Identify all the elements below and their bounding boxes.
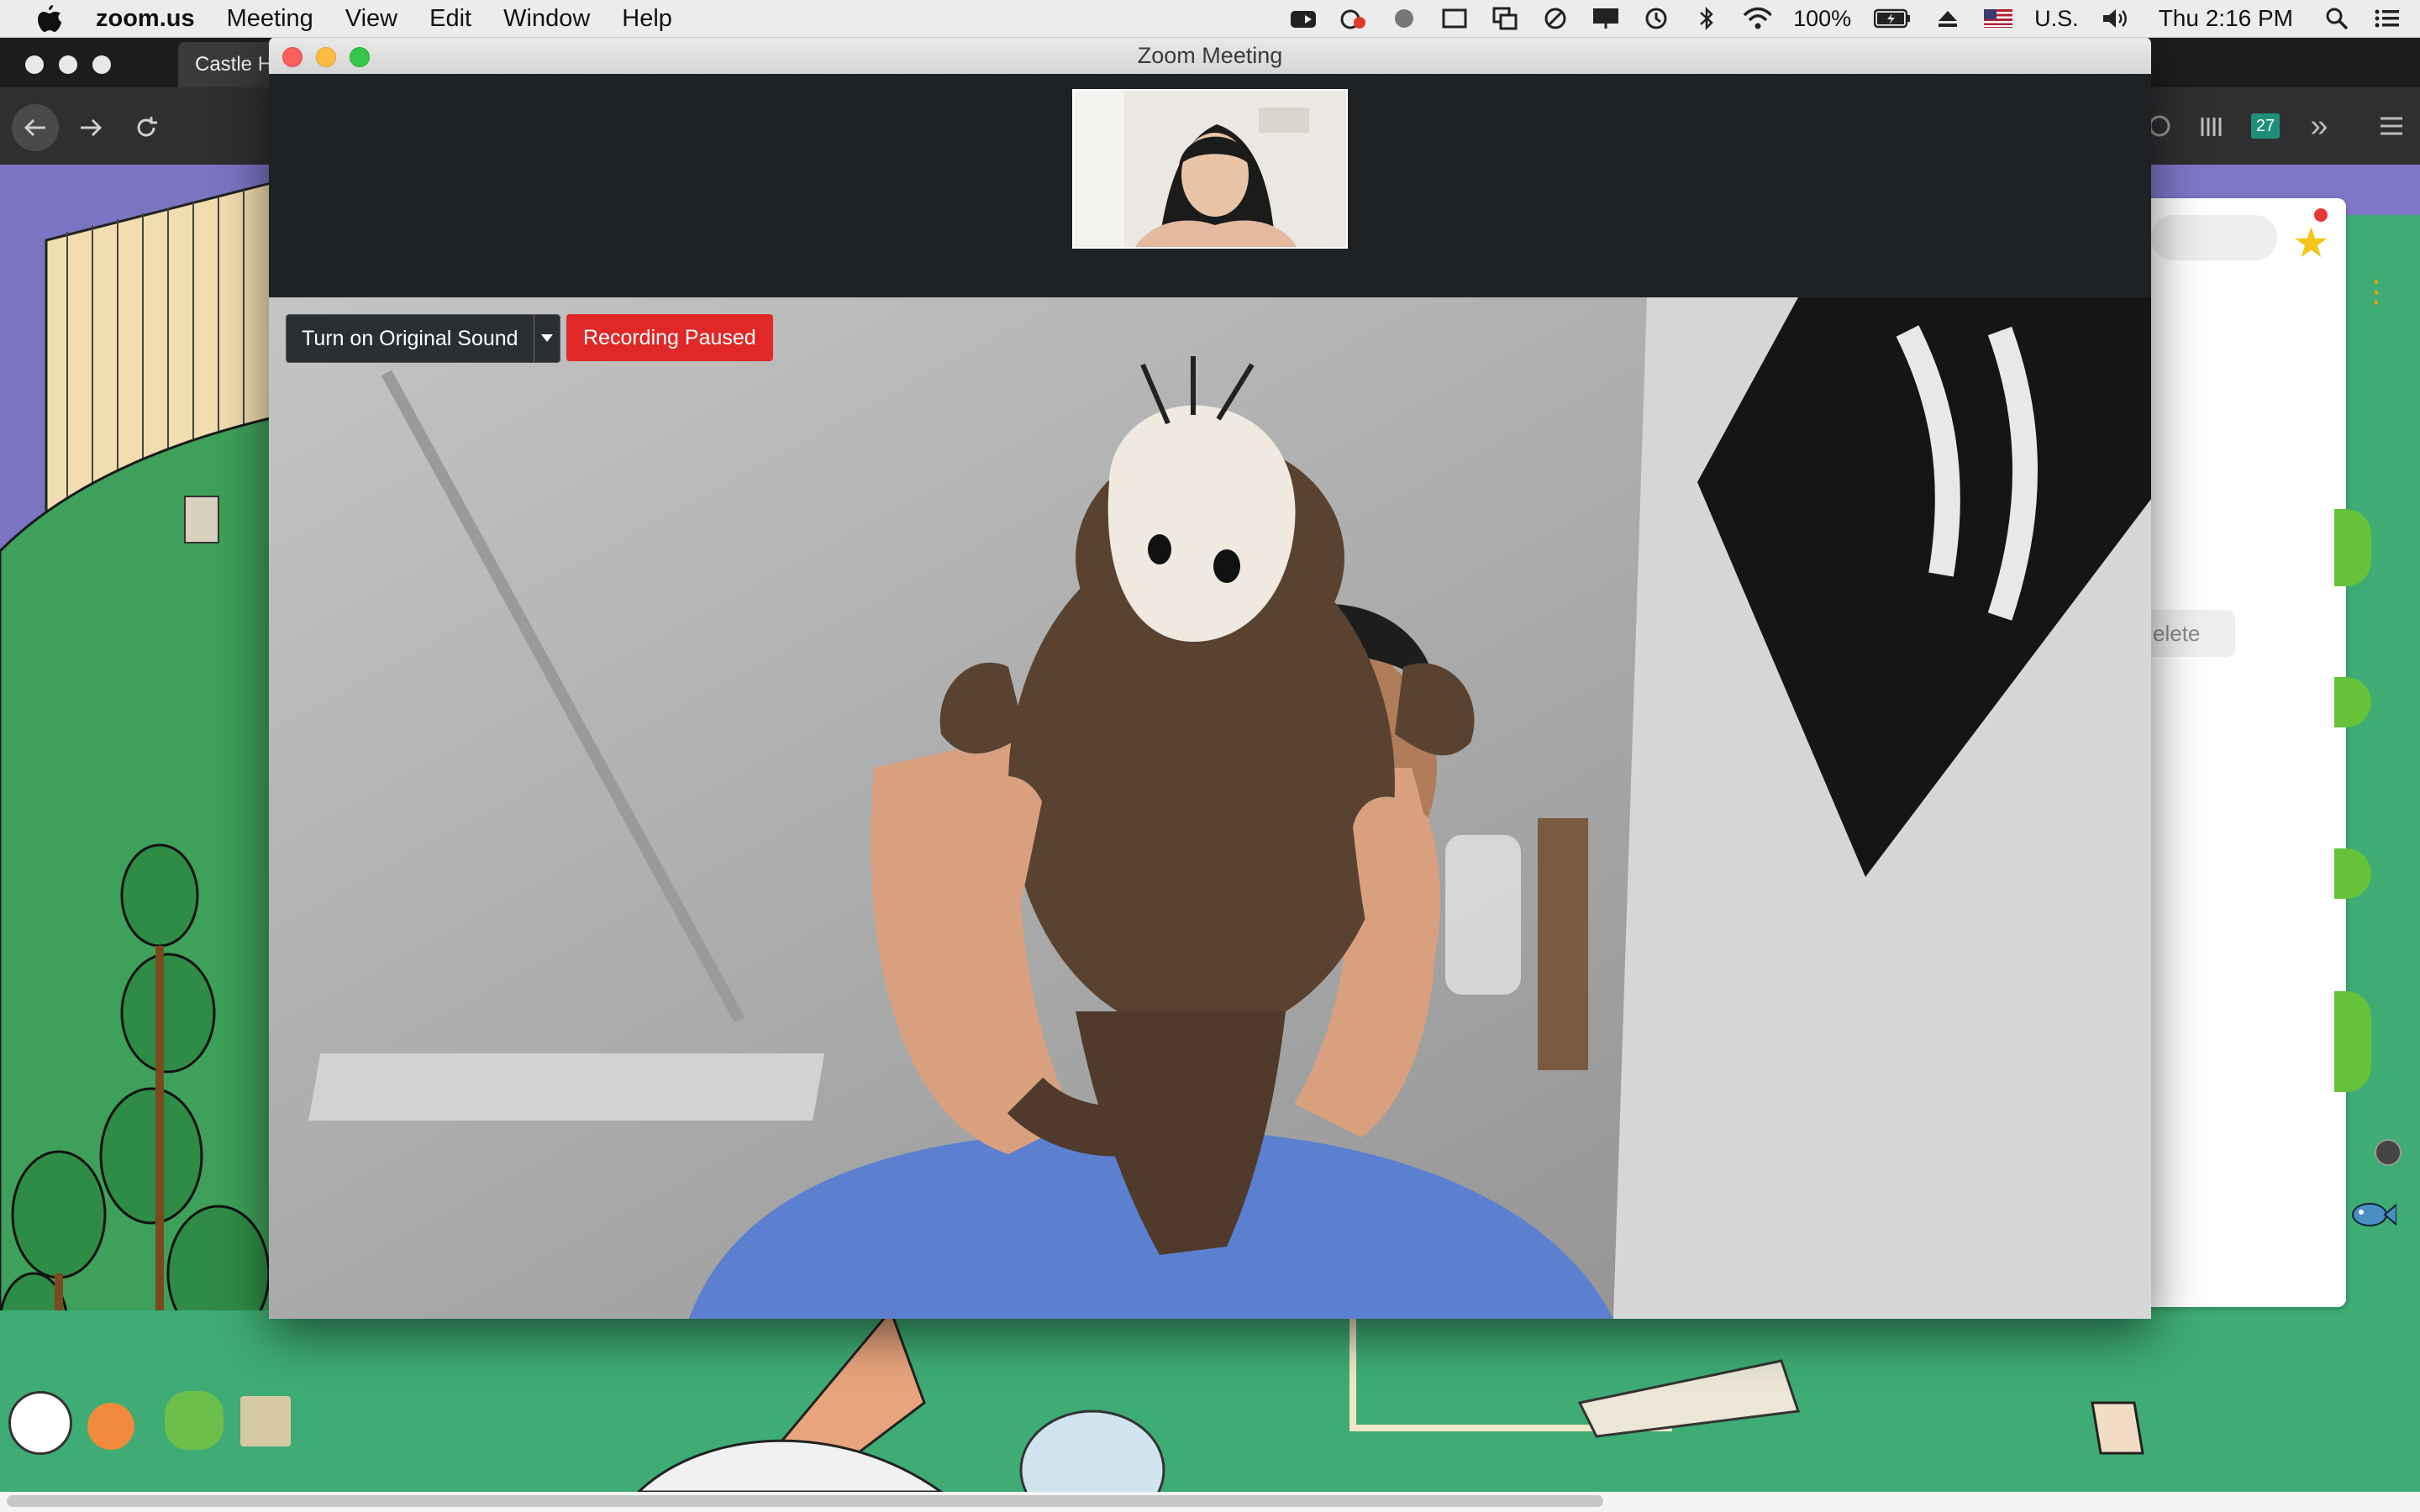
maximize-window-button[interactable] — [350, 47, 370, 67]
zoom-camera-icon[interactable] — [1289, 6, 1318, 31]
display-icon[interactable] — [1591, 6, 1620, 31]
original-sound-dropdown[interactable] — [533, 315, 560, 362]
do-not-disturb-icon[interactable] — [1541, 6, 1570, 31]
sun-icon[interactable] — [87, 1403, 134, 1450]
back-arrow-icon[interactable] — [12, 104, 59, 151]
participant-video-thumbnail[interactable] — [1072, 89, 1348, 249]
window-zoom-dot[interactable] — [92, 55, 111, 74]
apple-logo-icon[interactable] — [35, 4, 64, 33]
eject-icon[interactable] — [1933, 6, 1962, 31]
minimize-window-button[interactable] — [316, 47, 336, 67]
close-window-button[interactable] — [282, 47, 302, 67]
menu-view[interactable]: View — [345, 5, 397, 33]
turtle-icon[interactable] — [165, 1391, 224, 1450]
recording-indicator-icon — [2314, 208, 2328, 222]
zoom-meeting-window: Zoom Meeting Turn on Original Sound Reco… — [269, 37, 2151, 1319]
cartoon-hillside — [0, 165, 277, 1492]
soccer-ball-icon[interactable] — [1390, 6, 1418, 31]
notification-center-icon[interactable] — [2373, 6, 2402, 31]
panel-search-field[interactable] — [2151, 215, 2277, 260]
hamburger-menu-icon[interactable] — [2375, 109, 2408, 143]
menu-edit[interactable]: Edit — [429, 5, 471, 33]
macos-menu-bar: zoom.us Meeting View Edit Window Help 10… — [0, 0, 2420, 38]
reload-icon[interactable] — [123, 104, 170, 151]
green-tab[interactable] — [2334, 509, 2371, 586]
window-close-dot[interactable] — [25, 55, 44, 74]
cartoon-ground — [0, 1308, 2420, 1512]
spotlight-search-icon[interactable] — [2323, 6, 2351, 31]
creative-cloud-icon[interactable] — [1339, 6, 1368, 31]
copy-windows-icon[interactable] — [1491, 6, 1519, 31]
zoom-window-title: Zoom Meeting — [1137, 43, 1283, 68]
volume-icon[interactable] — [2101, 6, 2129, 31]
active-speaker-video[interactable] — [269, 297, 2151, 1319]
calendar-badge-count: 27 — [2251, 113, 2280, 139]
bluetooth-icon[interactable] — [1692, 6, 1721, 31]
star-icon[interactable]: ★ — [2292, 218, 2330, 267]
window-minimize-dot[interactable] — [59, 55, 77, 74]
menu-help[interactable]: Help — [622, 5, 672, 33]
picture-frame-icon[interactable] — [240, 1396, 291, 1446]
browser-tab[interactable]: Castle H — [178, 42, 279, 87]
fish-icon[interactable] — [2349, 1198, 2397, 1231]
forward-arrow-icon[interactable] — [67, 104, 114, 151]
zoom-title-bar[interactable]: Zoom Meeting — [269, 37, 2151, 75]
library-icon[interactable] — [2195, 109, 2228, 143]
time-machine-icon[interactable] — [1642, 6, 1670, 31]
menu-meeting[interactable]: Meeting — [227, 5, 313, 33]
status-area: 100% U.S. Thu 2:16 PM — [1278, 0, 2420, 37]
scrollbar-thumb[interactable] — [7, 1495, 1603, 1507]
more-options-icon[interactable]: ⋮ — [2361, 274, 2391, 309]
battery-percentage[interactable]: 100% — [1793, 6, 1851, 32]
original-sound-control: Turn on Original Sound — [286, 314, 560, 363]
screen-icon[interactable] — [1440, 6, 1469, 31]
menu-window[interactable]: Window — [503, 5, 590, 33]
input-source-label[interactable]: U.S. — [2034, 6, 2079, 32]
calendar-badge-icon[interactable]: 27 — [2249, 109, 2282, 143]
app-menu-zoom[interactable]: zoom.us — [96, 5, 195, 33]
overflow-chevrons-icon[interactable]: » — [2302, 108, 2336, 144]
extension-side-panel: ★ ⋮ elete — [2134, 198, 2391, 1307]
delete-button[interactable]: elete — [2143, 610, 2235, 657]
recording-paused-button[interactable]: Recording Paused — [566, 314, 773, 361]
wifi-icon[interactable] — [1743, 6, 1772, 31]
turn-on-original-sound-button[interactable]: Turn on Original Sound — [287, 315, 534, 362]
ball-icon[interactable] — [2375, 1139, 2402, 1166]
green-tab[interactable] — [2334, 991, 2371, 1092]
chevron-down-icon — [540, 334, 553, 342]
menu-bar-clock[interactable]: Thu 2:16 PM — [2159, 5, 2293, 32]
us-flag-icon[interactable] — [1984, 6, 2013, 31]
avatar-wheel-icon[interactable] — [8, 1391, 72, 1455]
battery-charging-icon[interactable] — [1873, 6, 1912, 31]
